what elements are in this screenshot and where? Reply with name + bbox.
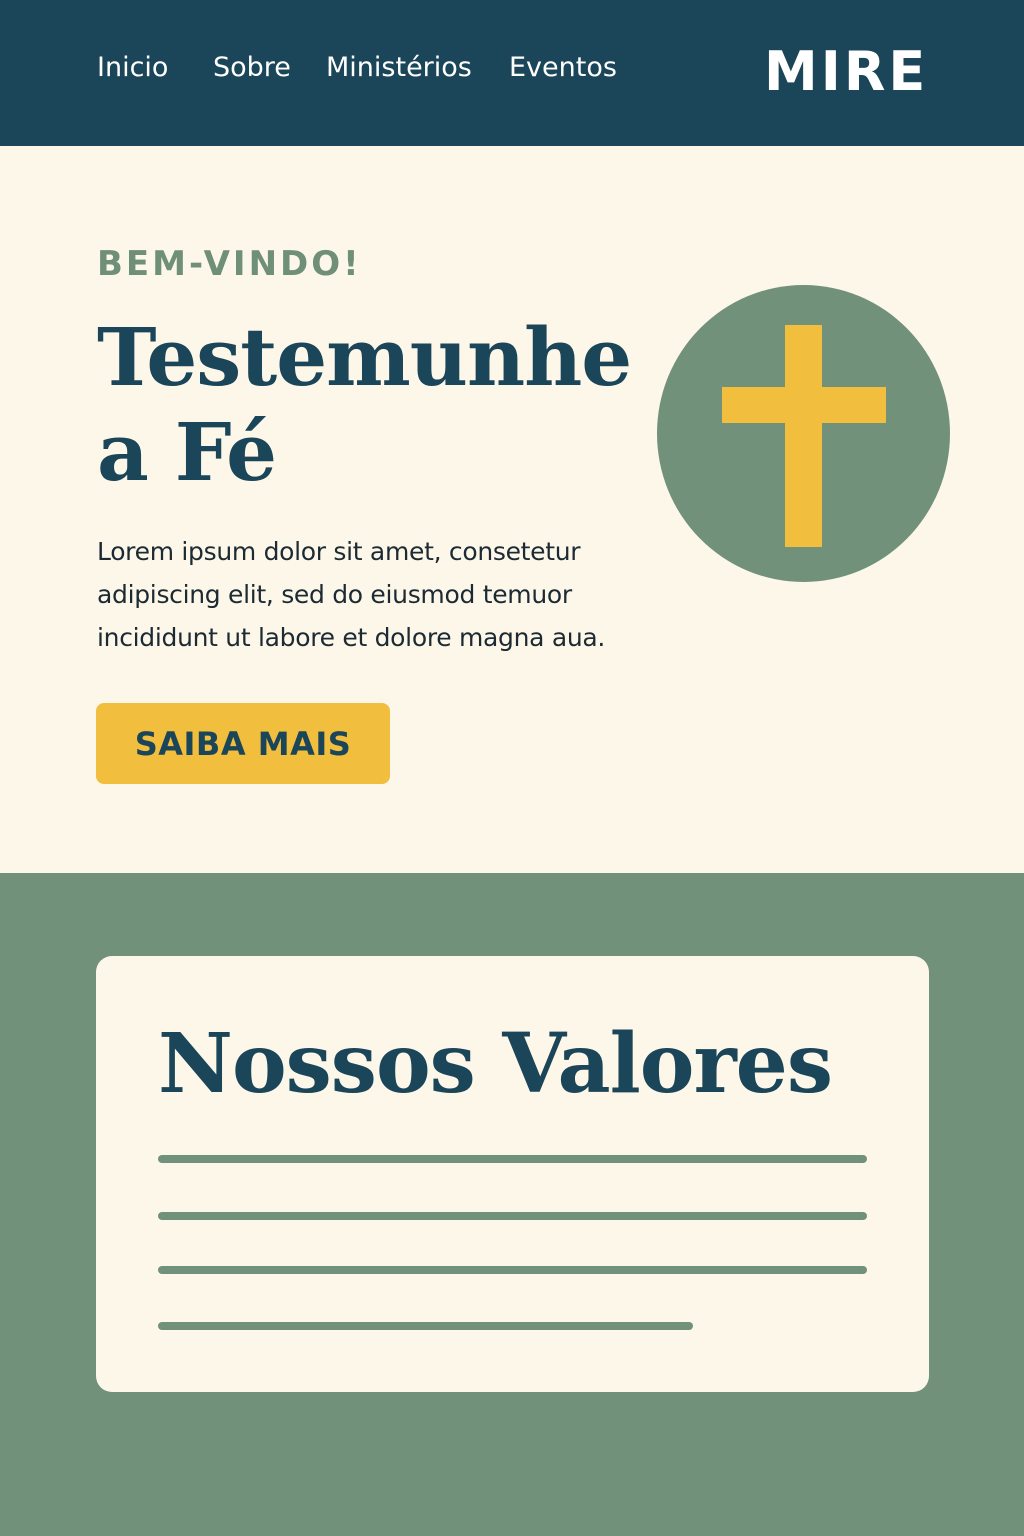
hero-title-line-2: a Fé (97, 405, 277, 499)
placeholder-text-line (158, 1155, 867, 1163)
nav-link-eventos[interactable]: Eventos (509, 52, 617, 83)
nav-link-inicio[interactable]: Inicio (97, 52, 168, 83)
hero-title-line-1: Testemunhe (97, 310, 632, 404)
nav-link-ministerios[interactable]: Ministérios (326, 52, 472, 83)
cross-vertical-bar (785, 325, 822, 547)
cross-icon (657, 285, 950, 582)
nav-link-sobre[interactable]: Sobre (213, 52, 291, 83)
values-title: Nossos Valores (158, 1016, 833, 1112)
placeholder-text-line (158, 1266, 867, 1274)
placeholder-text-line (158, 1212, 867, 1220)
cross-horizontal-bar (722, 387, 886, 423)
placeholder-text-line (158, 1322, 693, 1330)
hero-title: Testemunhe a Fé (97, 310, 657, 500)
site-header: Inicio Sobre Ministérios Eventos MIRE (0, 0, 1024, 146)
values-card: Nossos Valores (96, 956, 929, 1392)
hero-description: Lorem ipsum dolor sit amet, consetetur a… (97, 537, 606, 652)
site-logo[interactable]: MIRE (764, 38, 928, 106)
hero-eyebrow: BEM-VINDO! (97, 244, 362, 284)
saiba-mais-button[interactable]: SAIBA MAIS (96, 703, 390, 784)
